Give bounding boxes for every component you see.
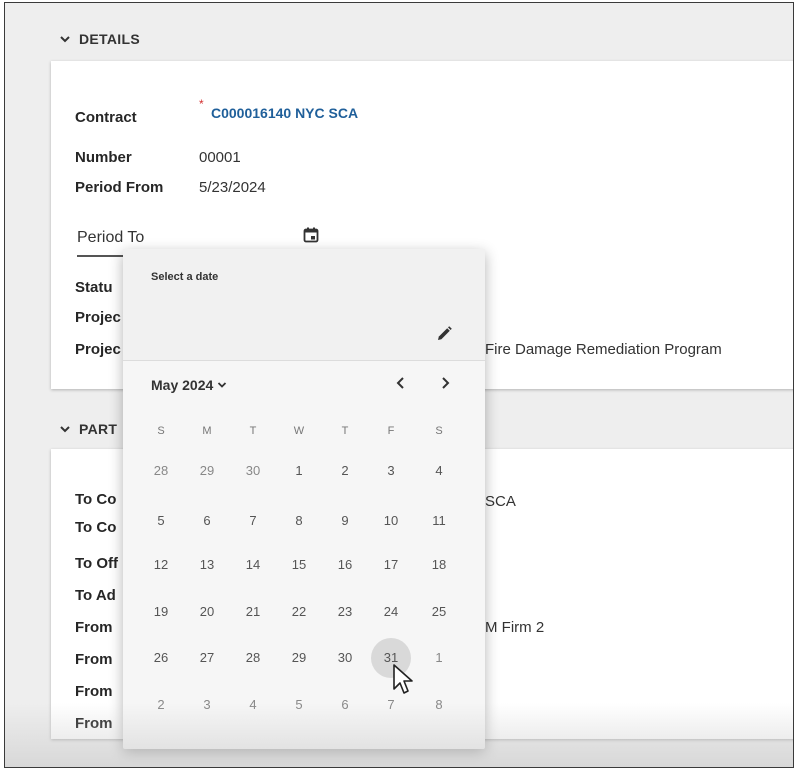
project-label-1: Projec (75, 309, 121, 326)
calendar-day[interactable]: 6 (187, 501, 227, 541)
weekday-label: M (202, 425, 212, 437)
party-label: From (75, 683, 113, 700)
number-label: Number (75, 149, 132, 166)
month-year-selector[interactable]: May 2024 (151, 377, 227, 393)
parties-section-header[interactable]: PART (59, 421, 117, 437)
weekday-label: S (157, 425, 165, 437)
calendar-day[interactable]: 25 (419, 592, 459, 632)
calendar-day[interactable]: 2 (141, 685, 181, 725)
details-section-header[interactable]: DETAILS (59, 31, 140, 47)
chevron-down-icon (60, 426, 70, 433)
period-from-value: 5/23/2024 (199, 179, 266, 196)
calendar-day[interactable]: 28 (141, 451, 181, 491)
calendar-day[interactable]: 29 (187, 451, 227, 491)
weekday-label: W (293, 425, 305, 437)
calendar-day[interactable]: 2 (325, 451, 365, 491)
calendar-day[interactable]: 13 (187, 545, 227, 585)
calendar-day[interactable]: 1 (419, 638, 459, 678)
chevron-down-icon (60, 36, 70, 43)
calendar-day[interactable]: 29 (279, 638, 319, 678)
calendar-day[interactable]: 18 (419, 545, 459, 585)
calendar-day[interactable]: 22 (279, 592, 319, 632)
calendar-day[interactable]: 5 (279, 685, 319, 725)
period-from-label: Period From (75, 179, 164, 196)
calendar-day[interactable]: 3 (371, 451, 411, 491)
calendar-day[interactable]: 14 (233, 545, 273, 585)
party-label: To Co (75, 491, 117, 508)
chevron-down-icon (218, 382, 227, 388)
period-to-underline (77, 255, 123, 257)
calendar-day[interactable]: 28 (233, 638, 273, 678)
party-label: To Co (75, 519, 117, 536)
calendar-day[interactable]: 16 (325, 545, 365, 585)
datepicker-popup: Select a date May 2024 SMTWTFS 28 29 30 1 2 3… (123, 249, 485, 749)
calendar-day[interactable]: 30 (325, 638, 365, 678)
calendar-day[interactable]: 19 (141, 592, 181, 632)
calendar-day[interactable]: 27 (187, 638, 227, 678)
calendar-day[interactable]: 23 (325, 592, 365, 632)
from-value: M Firm 2 (485, 619, 545, 636)
calendar-day[interactable]: 1 (279, 451, 319, 491)
weekday-label: S (435, 425, 443, 437)
calendar-day[interactable]: 17 (371, 545, 411, 585)
project-label-2: Projec (75, 341, 121, 358)
calendar-day[interactable]: 30 (233, 451, 273, 491)
calendar-day[interactable]: 3 (187, 685, 227, 725)
calendar-day[interactable]: 4 (419, 451, 459, 491)
datepicker-header: Select a date (123, 249, 485, 361)
project-value: Fire Damage Remediation Program (485, 341, 722, 358)
datepicker-title: Select a date (151, 271, 219, 283)
calendar-day[interactable]: 8 (279, 501, 319, 541)
calendar-day[interactable]: 7 (233, 501, 273, 541)
period-to-input-label[interactable]: Period To (77, 229, 144, 247)
weekday-label: T (341, 425, 349, 437)
party-label: From (75, 619, 113, 636)
pencil-icon[interactable] (435, 325, 453, 343)
calendar-day[interactable]: 6 (325, 685, 365, 725)
calendar-day[interactable]: 4 (233, 685, 273, 725)
contract-link[interactable]: C000016140 NYC SCA (211, 105, 358, 121)
calendar-day[interactable]: 21 (233, 592, 273, 632)
calendar-day[interactable]: 20 (187, 592, 227, 632)
calendar-day[interactable]: 9 (325, 501, 365, 541)
calendar-icon[interactable] (303, 227, 319, 243)
month-year-label: May 2024 (151, 377, 214, 393)
calendar-day[interactable]: 10 (371, 501, 411, 541)
details-section-title: DETAILS (79, 31, 140, 47)
weekday-label: T (249, 425, 257, 437)
calendar-day[interactable]: 26 (141, 638, 181, 678)
calendar-day[interactable]: 8 (419, 685, 459, 725)
calendar-day[interactable]: 24 (371, 592, 411, 632)
party-label: From (75, 715, 113, 732)
party-label: To Ad (75, 587, 116, 604)
app-frame: DETAILS Contract * C000016140 NYC SCA Nu… (4, 2, 794, 768)
contract-label: Contract (75, 109, 137, 126)
number-value: 00001 (199, 149, 241, 166)
chevron-left-icon[interactable] (393, 375, 409, 391)
status-label: Statu (75, 279, 113, 296)
calendar-day[interactable]: 12 (141, 545, 181, 585)
weekday-label: F (387, 425, 395, 437)
party-label: To Off (75, 555, 119, 572)
required-indicator: * (199, 97, 204, 111)
to-company-value: SCA (485, 493, 516, 510)
calendar-day[interactable]: 5 (141, 501, 181, 541)
parties-section-title: PART (79, 421, 118, 437)
calendar-day[interactable]: 11 (419, 501, 459, 541)
chevron-right-icon[interactable] (437, 375, 453, 391)
party-label: From (75, 651, 113, 668)
calendar-day[interactable]: 15 (279, 545, 319, 585)
mouse-pointer-icon (393, 664, 413, 694)
